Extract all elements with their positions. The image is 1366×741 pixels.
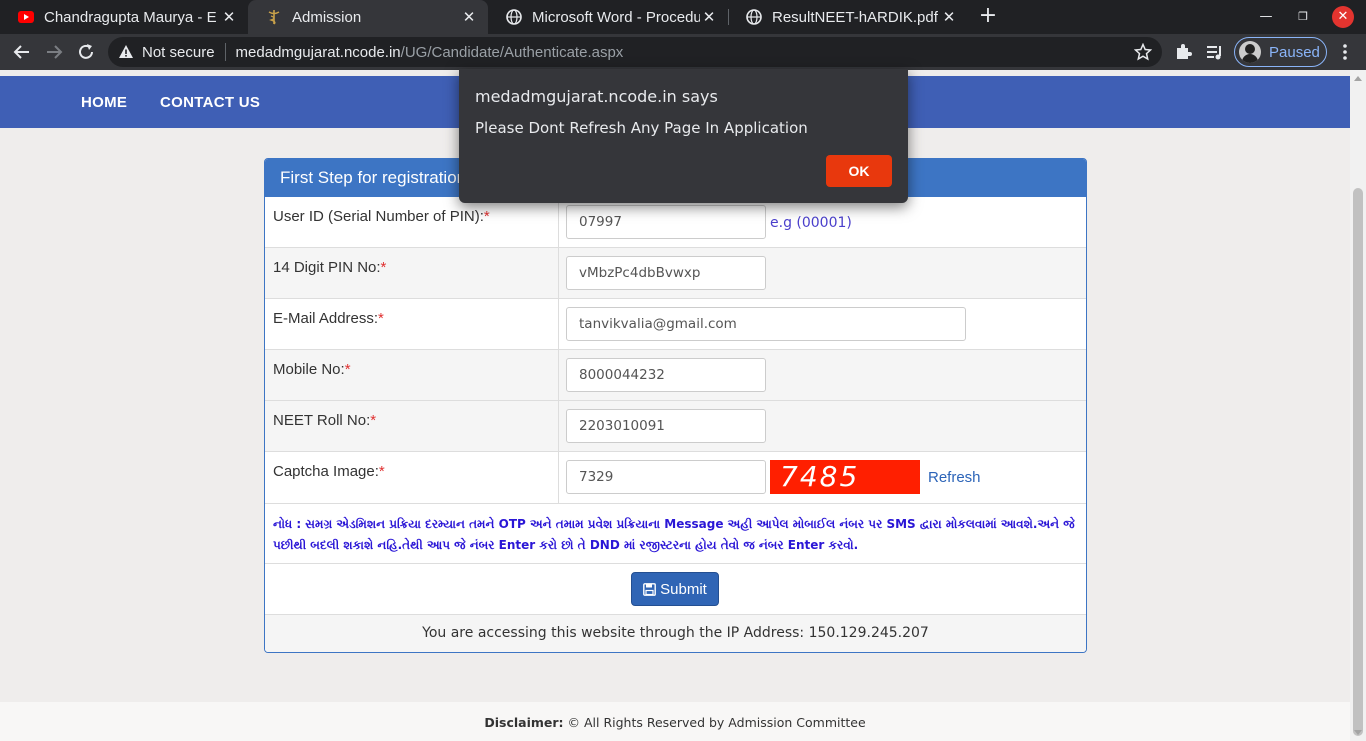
required-mark: *	[483, 208, 490, 225]
back-arrow-icon[interactable]	[11, 41, 33, 63]
tab-result-pdf[interactable]: ResultNEET-hARDIK.pdf ✕	[728, 0, 968, 34]
tab-admission[interactable]: Admission ✕	[248, 0, 488, 34]
form-row-pin: 14 Digit PIN No:* vMbzPc4dbBvwxp	[265, 248, 1086, 299]
tab-word-doc[interactable]: Microsoft Word - Procedu ✕	[488, 0, 728, 34]
dialog-message: Please Dont Refresh Any Page In Applicat…	[475, 119, 808, 137]
tab-title: Microsoft Word - Procedu	[532, 8, 700, 26]
column-divider	[558, 350, 559, 400]
pin-input[interactable]: vMbzPc4dbBvwxp	[566, 256, 766, 290]
page-scrollbar[interactable]	[1350, 70, 1366, 741]
form-row-mobile: Mobile No:* 8000044232	[265, 350, 1086, 401]
dialog-title: medadmgujarat.ncode.in says	[475, 87, 718, 106]
address-divider	[224, 43, 226, 61]
ip-address-text: You are accessing this website through t…	[265, 615, 1086, 652]
alert-dialog: medadmgujarat.ncode.in says Please Dont …	[459, 69, 908, 203]
forward-arrow-icon[interactable]	[43, 41, 65, 63]
disclaimer-text: © All Rights Reserved by Admission Commi…	[563, 715, 866, 730]
browser-toolbar: Not secure medadmgujarat.ncode.in/UG/Can…	[0, 34, 1366, 70]
mobile-label: Mobile No:*	[273, 361, 351, 378]
avatar	[1239, 41, 1261, 63]
required-mark: *	[378, 463, 385, 480]
youtube-icon	[18, 9, 34, 25]
close-tab-icon[interactable]: ✕	[460, 8, 478, 26]
extensions-puzzle-icon[interactable]	[1172, 41, 1194, 63]
profile-button[interactable]: Paused	[1234, 37, 1327, 67]
tab-youtube[interactable]: Chandragupta Maurya - E ✕	[0, 0, 248, 34]
globe-icon	[506, 9, 522, 25]
form-row-neet-roll: NEET Roll No:* 2203010091	[265, 401, 1086, 452]
scroll-up-arrow-icon[interactable]	[1354, 76, 1362, 81]
form-row-captcha: Captcha Image:* 7329 7485 Refresh	[265, 452, 1086, 504]
nav-contact-link[interactable]: CONTACT US	[160, 94, 260, 111]
url-host: medadmgujarat.ncode.in	[235, 43, 401, 61]
sms-notice: નોધ : સમગ્ર એડમિશન પ્રક્રિયા દરમ્યાન તમન…	[265, 504, 1086, 564]
caduceus-icon	[266, 9, 282, 25]
reload-icon[interactable]	[75, 41, 97, 63]
close-tab-icon[interactable]: ✕	[220, 8, 238, 26]
submit-row: Submit	[265, 564, 1086, 615]
required-mark: *	[344, 361, 351, 378]
scroll-down-arrow-icon[interactable]	[1354, 730, 1362, 735]
tab-strip: Chandragupta Maurya - E ✕ Admission ✕ Mi…	[0, 0, 1366, 34]
window-close-icon[interactable]: ✕	[1332, 6, 1354, 28]
restore-icon[interactable]: ❐	[1292, 6, 1314, 28]
column-divider	[558, 299, 559, 349]
form-row-user-id: User ID (Serial Number of PIN):* 07997 e…	[265, 197, 1086, 248]
tab-title: Chandragupta Maurya - E	[44, 8, 217, 26]
required-mark: *	[378, 310, 384, 327]
registration-panel: First Step for registration User ID (Ser…	[264, 158, 1087, 653]
new-tab-button[interactable]: +	[976, 5, 1000, 29]
neet-roll-input[interactable]: 2203010091	[566, 409, 766, 443]
mobile-input[interactable]: 8000044232	[566, 358, 766, 392]
email-label: E-Mail Address:*	[273, 310, 384, 327]
captcha-refresh-link[interactable]: Refresh	[928, 469, 981, 486]
tab-title: ResultNEET-hARDIK.pdf	[772, 8, 938, 26]
user-id-label: User ID (Serial Number of PIN):*	[273, 208, 490, 225]
floppy-disk-icon	[643, 582, 657, 596]
disclaimer-heading: Disclaimer:	[484, 715, 564, 730]
globe-icon	[746, 9, 762, 25]
column-divider	[558, 248, 559, 298]
warning-icon[interactable]	[118, 44, 134, 60]
bookmark-star-icon[interactable]	[1133, 42, 1153, 65]
column-divider	[558, 197, 559, 247]
email-input[interactable]: tanvikvalia@gmail.com	[566, 307, 966, 341]
address-bar[interactable]: Not secure medadmgujarat.ncode.in/UG/Can…	[108, 37, 1162, 67]
scrollbar-thumb[interactable]	[1353, 188, 1363, 736]
page-footer: Disclaimer: © All Rights Reserved by Adm…	[0, 702, 1350, 741]
url-path: /UG/Candidate/Authenticate.aspx	[400, 43, 624, 61]
required-mark: *	[370, 412, 377, 429]
column-divider	[558, 401, 559, 451]
captcha-label: Captcha Image:*	[273, 463, 385, 480]
close-tab-icon[interactable]: ✕	[940, 8, 958, 26]
required-mark: *	[380, 259, 387, 276]
captcha-image: 7485	[770, 460, 920, 494]
submit-button[interactable]: Submit	[631, 572, 719, 606]
minimize-icon[interactable]: —	[1255, 6, 1277, 28]
neet-roll-label: NEET Roll No:*	[273, 412, 377, 429]
user-id-input[interactable]: 07997	[566, 205, 766, 239]
media-queue-icon[interactable]	[1204, 41, 1226, 63]
submit-label: Submit	[660, 580, 707, 598]
dialog-ok-button[interactable]: OK	[826, 155, 892, 187]
not-secure-label: Not secure	[142, 43, 215, 61]
profile-status-label: Paused	[1269, 43, 1320, 61]
close-tab-icon[interactable]: ✕	[700, 8, 718, 26]
kebab-menu-icon[interactable]	[1334, 41, 1356, 63]
column-divider	[558, 452, 559, 503]
form-row-email: E-Mail Address:* tanvikvalia@gmail.com	[265, 299, 1086, 350]
nav-home-link[interactable]: HOME	[81, 94, 127, 111]
user-id-hint: e.g (00001)	[770, 215, 852, 231]
pin-label: 14 Digit PIN No:*	[273, 259, 387, 276]
captcha-input[interactable]: 7329	[566, 460, 766, 494]
tab-title: Admission	[292, 8, 362, 26]
